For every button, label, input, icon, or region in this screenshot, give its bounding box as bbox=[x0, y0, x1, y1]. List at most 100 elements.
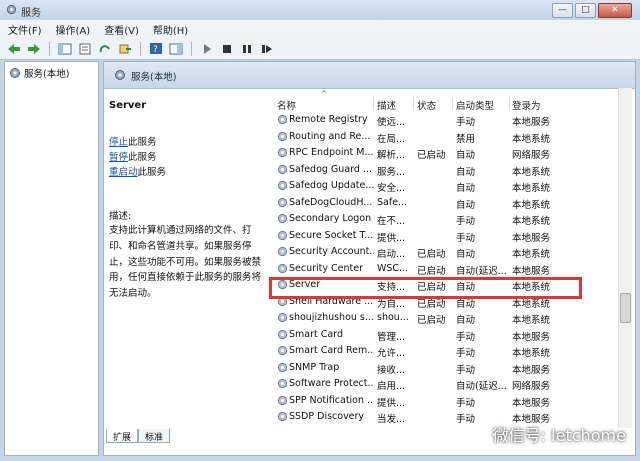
menu-action[interactable]: 操作(A) bbox=[56, 22, 91, 37]
table-row[interactable]: shoujizhushou s... shou... 已启动 自动 本地系统 bbox=[269, 310, 624, 327]
scrollbar-thumb[interactable] bbox=[620, 293, 631, 323]
service-gear-icon bbox=[277, 395, 288, 405]
table-row[interactable]: Safedog Guard ... 服务... 自动 本地系统 bbox=[269, 162, 624, 179]
service-gear-icon bbox=[277, 180, 288, 191]
service-startup-type: 自动 bbox=[456, 199, 476, 211]
service-logon-as: 本地系统 bbox=[512, 315, 551, 326]
wechat-icon bbox=[467, 425, 488, 442]
service-gear-icon bbox=[277, 197, 288, 207]
service-description-panel: Server 停止此服务 暂停此服务 重启动此服务 描述: 支持此计算机通过网络… bbox=[108, 88, 268, 428]
table-row[interactable]: Secondary Logon 在不... 手动 本地系统 bbox=[269, 211, 624, 228]
service-gear-icon bbox=[277, 312, 288, 323]
restart-service-icon[interactable] bbox=[259, 41, 275, 57]
service-name: SSDP Discovery bbox=[289, 411, 365, 422]
description-label: 描述: bbox=[109, 211, 132, 222]
service-description: 服务... bbox=[377, 166, 406, 178]
service-name: Remote Registry bbox=[289, 114, 368, 125]
selected-service-name: Server bbox=[109, 100, 147, 111]
service-description: 启用... bbox=[377, 381, 406, 392]
service-gear-icon bbox=[277, 411, 288, 422]
services-app-icon bbox=[6, 4, 17, 15]
vertical-scrollbar[interactable] bbox=[618, 88, 632, 428]
service-gear-icon bbox=[277, 263, 288, 273]
service-description: Safe... bbox=[377, 196, 408, 208]
forward-icon[interactable] bbox=[26, 41, 42, 57]
service-name: RPC Endpoint M... bbox=[289, 147, 374, 158]
sort-ascending-icon: ^ bbox=[321, 90, 327, 98]
pause-service-link[interactable]: 暂停此服务 bbox=[109, 149, 157, 163]
pause-service-icon[interactable] bbox=[239, 41, 255, 57]
properties-icon[interactable] bbox=[77, 41, 93, 57]
table-row[interactable]: SPP Notification ... 提供... 手动 本地服务 bbox=[269, 393, 624, 410]
service-name: Safedog Guard ... bbox=[289, 163, 372, 175]
service-description: 允许... bbox=[377, 348, 406, 359]
column-header-description[interactable]: 描述 bbox=[377, 98, 396, 112]
close-button[interactable]: ✕ bbox=[598, 3, 632, 18]
service-gear-icon bbox=[277, 345, 288, 356]
table-row[interactable]: Safedog Update... 安全... 自动 本地系统 bbox=[269, 178, 624, 195]
service-startup-type: 手动 bbox=[456, 232, 476, 244]
service-logon-as: 本地服务 bbox=[512, 331, 551, 343]
service-logon-as: 本地系统 bbox=[512, 348, 551, 359]
column-header-status[interactable]: 状态 bbox=[417, 98, 436, 112]
table-row[interactable]: Routing and Re... 在局... 禁用 本地系统 bbox=[269, 129, 624, 146]
service-name: Secure Socket T... bbox=[289, 229, 374, 241]
service-description: 接收... bbox=[377, 364, 406, 376]
services-list: ^ 名称 描述 状态 启动类型 登录为 Remote Registry 使远...… bbox=[269, 88, 624, 428]
column-header-logon-as[interactable]: 登录为 bbox=[512, 98, 541, 112]
table-row[interactable]: Software Protect... 启用... 自动(延迟... 网络服务 bbox=[269, 376, 624, 393]
service-gear-icon bbox=[277, 147, 288, 158]
export-icon[interactable] bbox=[117, 41, 133, 57]
minimize-button[interactable]: — bbox=[552, 3, 573, 18]
service-description: 安全... bbox=[377, 183, 406, 194]
service-logon-as: 本地系统 bbox=[512, 133, 551, 145]
table-row[interactable]: Remote Registry 使远... 手动 本地服务 bbox=[269, 112, 624, 129]
column-header-name[interactable]: 名称 bbox=[277, 98, 296, 112]
service-gear-icon bbox=[277, 246, 288, 257]
gear-icon bbox=[115, 70, 125, 80]
title-bar: 服务 — □ ✕ bbox=[0, 0, 640, 20]
stop-service-icon[interactable] bbox=[219, 41, 235, 57]
menu-help[interactable]: 帮助(H) bbox=[153, 22, 188, 37]
menu-file[interactable]: 文件(F) bbox=[8, 22, 42, 37]
service-startup-type: 手动 bbox=[456, 364, 476, 376]
table-row[interactable]: Smart Card 管理... 手动 本地服务 bbox=[269, 327, 624, 344]
table-row[interactable]: Security Center WSC... 已启动 自动(延迟... 本地服务 bbox=[269, 261, 624, 278]
menu-view[interactable]: 查看(V) bbox=[104, 22, 139, 37]
service-startup-type: 自动 bbox=[456, 315, 476, 326]
service-name: Software Protect... bbox=[289, 378, 374, 389]
service-gear-icon bbox=[277, 230, 288, 240]
tab-extended[interactable]: 扩展 bbox=[106, 429, 139, 443]
refresh-icon[interactable] bbox=[97, 41, 113, 57]
tree-item-services-local[interactable]: 服务(本地) bbox=[9, 66, 69, 80]
service-logon-as: 本地服务 bbox=[512, 117, 551, 128]
description-text: 支持此计算机通过网络的文件、打印、和命名管道共享。如果服务停止，这些功能不可用。… bbox=[109, 225, 262, 300]
service-description: 启动... bbox=[377, 249, 406, 260]
tab-standard[interactable]: 标准 bbox=[138, 429, 171, 443]
pane-header: 服务(本地) bbox=[104, 62, 635, 89]
table-row[interactable]: SafeDogCloudH... Safe... 自动 本地系统 bbox=[269, 195, 624, 212]
service-startup-type: 手动 bbox=[456, 117, 476, 128]
service-description: 管理... bbox=[377, 331, 406, 343]
back-icon[interactable] bbox=[6, 41, 22, 57]
help-icon[interactable]: ? bbox=[148, 41, 164, 57]
service-status: 已启动 bbox=[417, 249, 446, 260]
service-startup-type: 手动 bbox=[456, 331, 476, 343]
table-row[interactable]: Security Account... 启动... 已启动 自动 本地系统 bbox=[269, 244, 624, 261]
console-tree-icon[interactable] bbox=[57, 41, 73, 57]
table-row[interactable]: RPC Endpoint M... 解析... 已启动 自动 网络服务 bbox=[269, 145, 624, 162]
service-startup-type: 自动 bbox=[456, 183, 476, 194]
wechat-watermark: 微信号: Ietchome bbox=[467, 422, 626, 446]
table-row[interactable]: SNMP Trap 接收... 手动 本地服务 bbox=[269, 360, 624, 377]
service-gear-icon bbox=[277, 378, 288, 389]
start-service-icon[interactable] bbox=[199, 41, 215, 57]
service-description: 在不... bbox=[377, 216, 406, 227]
stop-service-link[interactable]: 停止此服务 bbox=[109, 134, 157, 148]
restart-service-link[interactable]: 重启动此服务 bbox=[109, 164, 166, 178]
show-pane-icon[interactable] bbox=[168, 41, 184, 57]
maximize-button[interactable]: □ bbox=[575, 3, 596, 18]
table-row[interactable]: Secure Socket T... 提供... 手动 本地服务 bbox=[269, 228, 624, 245]
column-header-startup-type[interactable]: 启动类型 bbox=[456, 98, 494, 112]
table-row[interactable]: Smart Card Rem... 允许... 手动 本地系统 bbox=[269, 343, 624, 360]
watermark-text: 微信号: Ietchome bbox=[492, 426, 626, 445]
